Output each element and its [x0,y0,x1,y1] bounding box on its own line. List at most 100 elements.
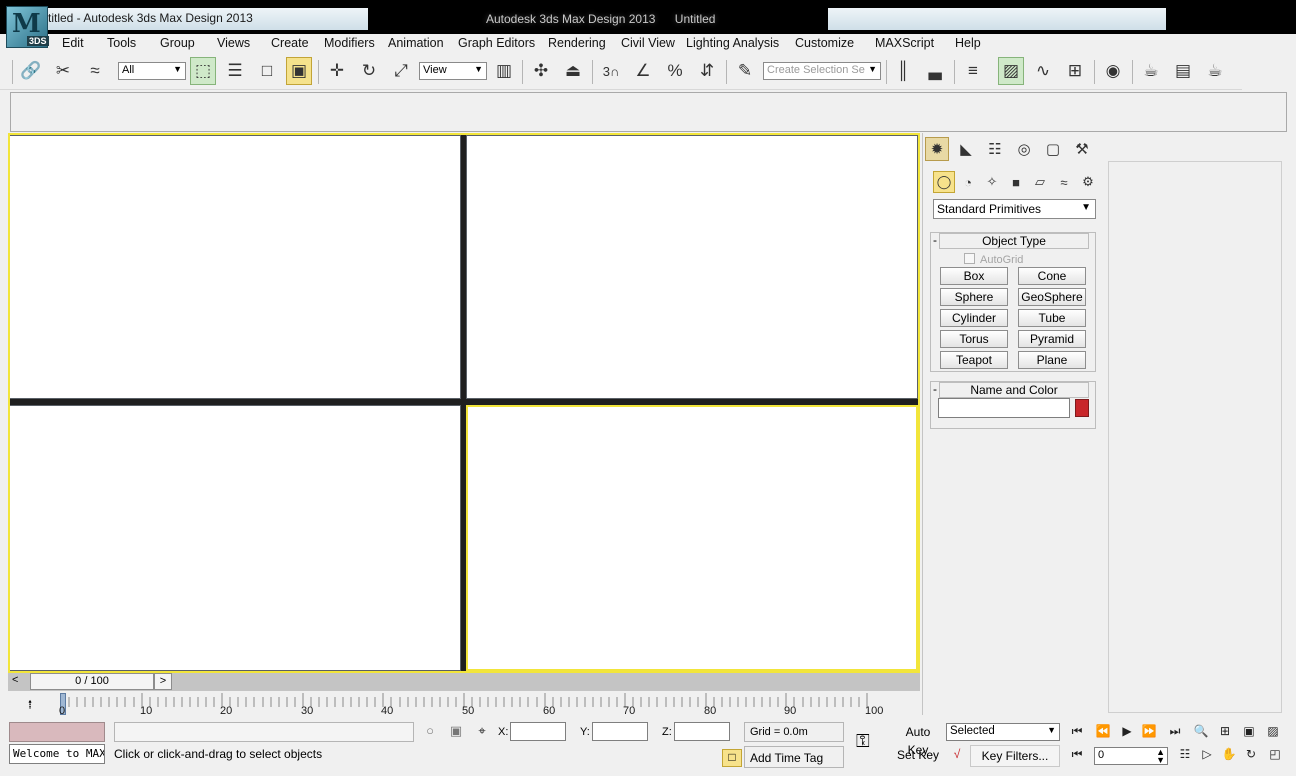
zoom-extents-all-icon[interactable]: ▨ [1262,724,1284,742]
torus-button[interactable]: Torus [940,330,1008,348]
x-coordinate-input[interactable] [510,722,566,741]
menu-civil-view[interactable]: Civil View [621,36,675,50]
time-slider-next-button[interactable]: > [154,673,172,690]
spinner-snap-icon[interactable]: ⇵ [694,57,720,85]
rollout-collapse-toggle[interactable]: - [933,382,937,396]
mirror-icon[interactable]: ║ [890,57,916,85]
manipulate-icon[interactable]: ✣ [528,57,554,85]
menu-graph-editors[interactable]: Graph Editors [458,36,535,50]
modify-tab-icon[interactable]: ◣ [954,137,978,161]
auto-key-button[interactable]: Auto Key [894,723,942,757]
keyboard-shortcut-override-icon[interactable]: ⏏ [560,57,586,85]
next-frame-icon[interactable]: ⏩ [1138,724,1160,742]
time-slider[interactable]: < 0 / 100 > [8,673,920,691]
percent-snap-icon[interactable]: % [662,57,688,85]
layer-manager-icon[interactable]: ≡ [960,57,986,85]
menu-group[interactable]: Group [160,36,195,50]
go-to-start-icon[interactable]: ⏮ [1066,724,1088,742]
time-configuration-icon[interactable]: ☷ [1174,747,1196,765]
bind-to-space-warp-icon[interactable]: ≈ [82,57,108,85]
selection-set-dropdown[interactable]: Selected ▼ [946,723,1060,741]
geosphere-button[interactable]: GeoSphere [1018,288,1086,306]
select-by-name-icon[interactable]: ☰ [222,57,248,85]
set-key-mode-icon[interactable]: ⚿ [856,731,870,752]
select-and-move-icon[interactable]: ✛ [324,57,350,85]
object-color-swatch[interactable] [1075,399,1089,417]
render-production-icon[interactable]: ☕ [1202,57,1228,85]
absolute-mode-icon[interactable]: ⌖ [472,723,492,741]
utilities-tab-icon[interactable]: ⚒ [1070,137,1094,161]
rendered-frame-window-icon[interactable]: ▤ [1170,57,1196,85]
set-key-button[interactable]: Set Key [894,746,942,766]
create-tab-icon[interactable]: ✹ [925,137,949,161]
space-warps-category-icon[interactable]: ≈ [1053,171,1075,193]
menu-tools[interactable]: Tools [107,36,136,50]
named-selection-sets-dropdown[interactable]: Create Selection Se ▼ [763,62,881,80]
object-name-input[interactable] [938,398,1070,418]
hierarchy-tab-icon[interactable]: ☷ [983,137,1007,161]
teapot-button[interactable]: Teapot [940,351,1008,369]
helpers-category-icon[interactable]: ▱ [1029,171,1051,193]
motion-tab-icon[interactable]: ◎ [1012,137,1036,161]
open-mini-curve-editor-icon[interactable]: ⭫ [18,696,42,714]
tube-button[interactable]: Tube [1018,309,1086,327]
window-crossing-icon[interactable]: ▣ [286,57,312,85]
curve-editor-icon[interactable]: ∿ [1030,57,1056,85]
category-dropdown[interactable]: Standard Primitives ▼ [933,199,1096,219]
menu-lighting-analysis[interactable]: Lighting Analysis [686,36,779,50]
menu-help[interactable]: Help [955,36,981,50]
autogrid-checkbox[interactable]: AutoGrid [964,253,1023,266]
sphere-button[interactable]: Sphere [940,288,1008,306]
display-tab-icon[interactable]: ▢ [1041,137,1065,161]
viewport-top[interactable] [9,135,461,399]
menu-animation[interactable]: Animation [388,36,444,50]
track-bar[interactable]: ⭫ 0 10 20 30 40 50 60 70 80 90 100 [8,691,920,717]
isolate-selection-icon[interactable]: ○ [420,723,440,741]
pan-view-icon[interactable]: ✋ [1218,747,1240,765]
menu-create[interactable]: Create [271,36,309,50]
key-filters-button[interactable]: Key Filters... [970,745,1060,767]
current-frame-input[interactable]: 0 ▲ ▼ [1094,747,1168,765]
shapes-category-icon[interactable]: ◔ [957,171,979,193]
application-button[interactable]: M 3DS [6,6,49,48]
angle-snap-icon[interactable]: ∠ [630,57,656,85]
material-editor-icon[interactable]: ◉ [1100,57,1126,85]
object-type-title[interactable]: Object Type [939,233,1089,249]
y-coordinate-input[interactable] [592,722,648,741]
key-mode-toggle-icon[interactable]: ⏮ [1066,747,1088,765]
viewport-left[interactable] [9,405,461,671]
systems-category-icon[interactable]: ⚙ [1077,171,1099,193]
pivot-center-icon[interactable]: ▥ [491,57,517,85]
selection-lock-icon[interactable]: ▣ [446,723,466,741]
pyramid-button[interactable]: Pyramid [1018,330,1086,348]
snaps-toggle-icon[interactable]: 3 ∩ [598,57,624,85]
rollout-collapse-toggle[interactable]: - [933,233,937,247]
spinner-icon[interactable]: ▲ ▼ [1156,748,1165,765]
cone-button[interactable]: Cone [1018,267,1086,285]
geometry-category-icon[interactable]: ◯ [933,171,955,193]
reference-coordinate-dropdown[interactable]: View ▼ [419,62,487,80]
selection-filter-dropdown[interactable]: All ▼ [118,62,186,80]
menu-modifiers[interactable]: Modifiers [324,36,375,50]
zoom-extents-icon[interactable]: ▣ [1238,724,1260,742]
previous-frame-icon[interactable]: ⏪ [1092,724,1114,742]
orbit-icon[interactable]: ↻ [1240,747,1262,765]
menu-maxscript[interactable]: MAXScript [875,36,934,50]
time-slider-prev-button[interactable]: < [12,674,18,686]
z-coordinate-input[interactable] [674,722,730,741]
menu-views[interactable]: Views [217,36,250,50]
zoom-all-icon[interactable]: ⊞ [1214,724,1236,742]
field-of-view-icon[interactable]: ▷ [1196,747,1218,765]
schematic-view-icon[interactable]: ⊞ [1062,57,1088,85]
select-and-link-icon[interactable]: 🔗 [18,57,44,85]
unlink-selection-icon[interactable]: ✂ [50,57,76,85]
graphite-ribbon-icon[interactable]: ▨ [998,57,1024,85]
select-object-icon[interactable]: ⬚ [190,57,216,85]
cylinder-button[interactable]: Cylinder [940,309,1008,327]
menu-rendering[interactable]: Rendering [548,36,606,50]
viewport-front[interactable] [466,135,918,399]
time-tag-icon[interactable]: □ [722,749,742,767]
cameras-category-icon[interactable]: ■ [1005,171,1027,193]
edit-named-selection-icon[interactable]: ✎ [732,57,758,85]
render-setup-icon[interactable]: ☕ [1138,57,1164,85]
